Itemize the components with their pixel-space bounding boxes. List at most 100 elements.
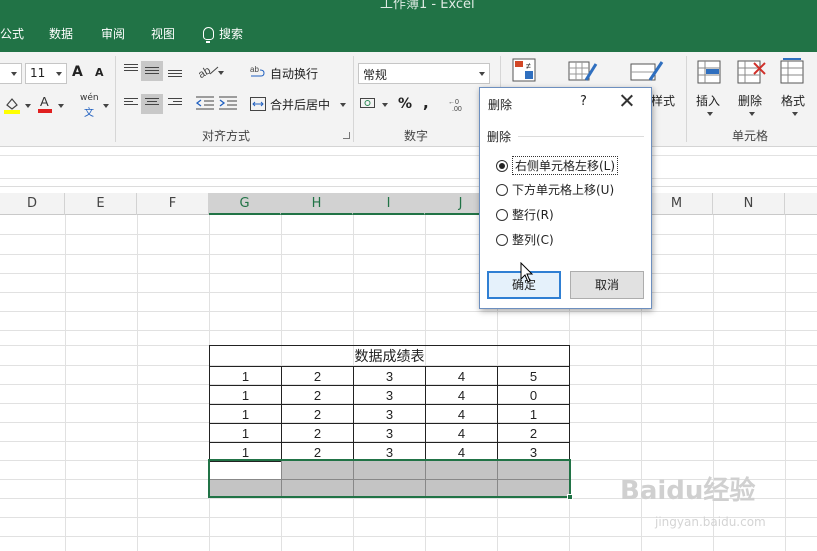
radio-shift-left[interactable]: [496, 159, 508, 172]
radio-entire-column[interactable]: [496, 233, 508, 246]
font-size-dropdown[interactable]: 11: [25, 63, 67, 84]
col-header-n[interactable]: N: [713, 193, 785, 215]
option-shift-up[interactable]: 下方单元格上移(U): [496, 181, 614, 198]
table-row: 1 2 3 4 0: [209, 385, 570, 405]
fill-handle[interactable]: [567, 494, 573, 500]
table-cell[interactable]: 1: [209, 404, 282, 424]
tab-view[interactable]: 视图: [151, 25, 175, 42]
increase-decimal-icon[interactable]: ←0.00: [448, 96, 470, 115]
svg-text:←0: ←0: [448, 99, 459, 106]
table-cell[interactable]: 2: [281, 385, 354, 405]
table-cell[interactable]: 3: [353, 385, 426, 405]
wrap-text-button[interactable]: 自动换行: [270, 65, 318, 82]
tab-review[interactable]: 审阅: [101, 25, 125, 42]
accounting-format-icon[interactable]: [360, 95, 380, 114]
increase-indent-icon[interactable]: [219, 96, 237, 113]
tab-formulas[interactable]: 公式: [0, 25, 24, 42]
radio-shift-up[interactable]: [496, 183, 508, 196]
font-color-icon[interactable]: A: [38, 94, 52, 114]
window-title: 工作簿1 - Excel: [380, 0, 475, 12]
comma-style-button[interactable]: ,: [423, 94, 429, 112]
table-cell[interactable]: 2: [281, 423, 354, 443]
number-format-dropdown[interactable]: 常规: [358, 63, 490, 84]
col-header-g[interactable]: G: [209, 193, 281, 215]
format-cells-icon[interactable]: [780, 58, 806, 89]
orientation-icon[interactable]: ab: [196, 64, 220, 81]
col-header-h[interactable]: H: [281, 193, 353, 215]
table-cell[interactable]: 1: [209, 423, 282, 443]
lightbulb-icon: [203, 27, 214, 43]
table-cell[interactable]: 3: [353, 404, 426, 424]
format-as-table-icon[interactable]: [568, 58, 598, 89]
formula-input[interactable]: [0, 155, 817, 179]
help-button[interactable]: ?: [580, 94, 587, 109]
align-left-icon[interactable]: [124, 98, 138, 108]
table-cell[interactable]: 2: [497, 423, 570, 443]
option-entire-column-label: 整列(C): [512, 233, 554, 247]
option-shift-left[interactable]: 右侧单元格左移(L): [496, 156, 619, 175]
align-right-icon[interactable]: [168, 98, 182, 108]
insert-button[interactable]: 插入: [696, 92, 720, 109]
table-cell[interactable]: 2: [281, 366, 354, 386]
phonetic-guide-icon[interactable]: wén: [80, 93, 99, 103]
cancel-button[interactable]: 取消: [570, 271, 644, 299]
close-icon[interactable]: [620, 93, 634, 107]
radio-entire-row[interactable]: [496, 208, 508, 221]
font-size-value: 11: [30, 66, 46, 80]
table-cell[interactable]: 1: [209, 385, 282, 405]
ribbon: 11 A A A wén 文 ab ab 自动换行 合并后居中 对齐方式 常规: [0, 52, 817, 147]
decrease-font-icon[interactable]: A: [95, 66, 104, 79]
tab-search[interactable]: 搜索: [203, 25, 244, 43]
cell-selection[interactable]: [208, 459, 573, 500]
table-cell[interactable]: 3: [353, 423, 426, 443]
table-cell[interactable]: 2: [281, 404, 354, 424]
score-table: 数据成绩表 1 2 3 4 5 1 2 3 4 0 1 2 3 4 1 1 2 …: [209, 345, 570, 462]
merge-center-button[interactable]: 合并后居中: [270, 96, 330, 113]
align-center-icon[interactable]: [145, 98, 159, 108]
tab-data[interactable]: 数据: [49, 25, 73, 42]
option-shift-up-label: 下方单元格上移(U): [512, 183, 615, 197]
table-cell[interactable]: 1: [209, 366, 282, 386]
merge-center-icon[interactable]: [250, 96, 266, 115]
fill-color-icon[interactable]: [4, 96, 20, 114]
format-button[interactable]: 格式: [781, 92, 805, 109]
col-header-d[interactable]: D: [0, 193, 65, 215]
delete-dialog: 删除 ? 删除 右侧单元格左移(L) 下方单元格上移(U) 整行(R) 整列(C…: [479, 87, 652, 309]
delete-button[interactable]: 删除: [738, 92, 762, 109]
table-cell[interactable]: 5: [497, 366, 570, 386]
col-header-i[interactable]: I: [353, 193, 425, 215]
number-format-value: 常规: [363, 68, 388, 82]
increase-font-icon[interactable]: A: [72, 64, 83, 80]
align-bottom-icon[interactable]: [168, 70, 182, 80]
option-entire-row-label: 整行(R): [512, 208, 554, 222]
table-cell[interactable]: 3: [353, 366, 426, 386]
cell-styles-label[interactable]: 样式: [651, 92, 675, 109]
mouse-cursor-icon: [520, 261, 534, 287]
search-label: 搜索: [219, 27, 244, 41]
align-middle-icon[interactable]: [145, 67, 159, 77]
baidu-watermark: Baidu经验: [620, 476, 756, 506]
align-top-icon[interactable]: [124, 64, 138, 74]
option-entire-column[interactable]: 整列(C): [496, 231, 554, 248]
percent-style-button[interactable]: %: [398, 96, 412, 112]
insert-cells-icon[interactable]: [697, 58, 723, 89]
font-name-dropdown[interactable]: [0, 63, 22, 84]
alignment-launcher-icon[interactable]: [343, 132, 350, 139]
wrap-text-icon[interactable]: ab: [250, 64, 266, 83]
table-cell[interactable]: 4: [425, 404, 498, 424]
dialog-group-label: 删除: [487, 130, 512, 144]
delete-cells-icon[interactable]: [737, 58, 767, 89]
cell-styles-icon[interactable]: [630, 58, 664, 89]
table-cell[interactable]: 4: [425, 366, 498, 386]
decrease-indent-icon[interactable]: [195, 96, 214, 113]
col-header-f[interactable]: F: [137, 193, 209, 215]
table-cell[interactable]: 4: [425, 385, 498, 405]
table-cell[interactable]: 4: [425, 423, 498, 443]
svg-text:ab: ab: [250, 65, 259, 74]
option-entire-row[interactable]: 整行(R): [496, 206, 554, 223]
table-title[interactable]: 数据成绩表: [209, 345, 570, 367]
table-cell[interactable]: 1: [497, 404, 570, 424]
col-header-e[interactable]: E: [65, 193, 137, 215]
conditional-format-icon[interactable]: ≠: [512, 58, 542, 89]
table-cell[interactable]: 0: [497, 385, 570, 405]
